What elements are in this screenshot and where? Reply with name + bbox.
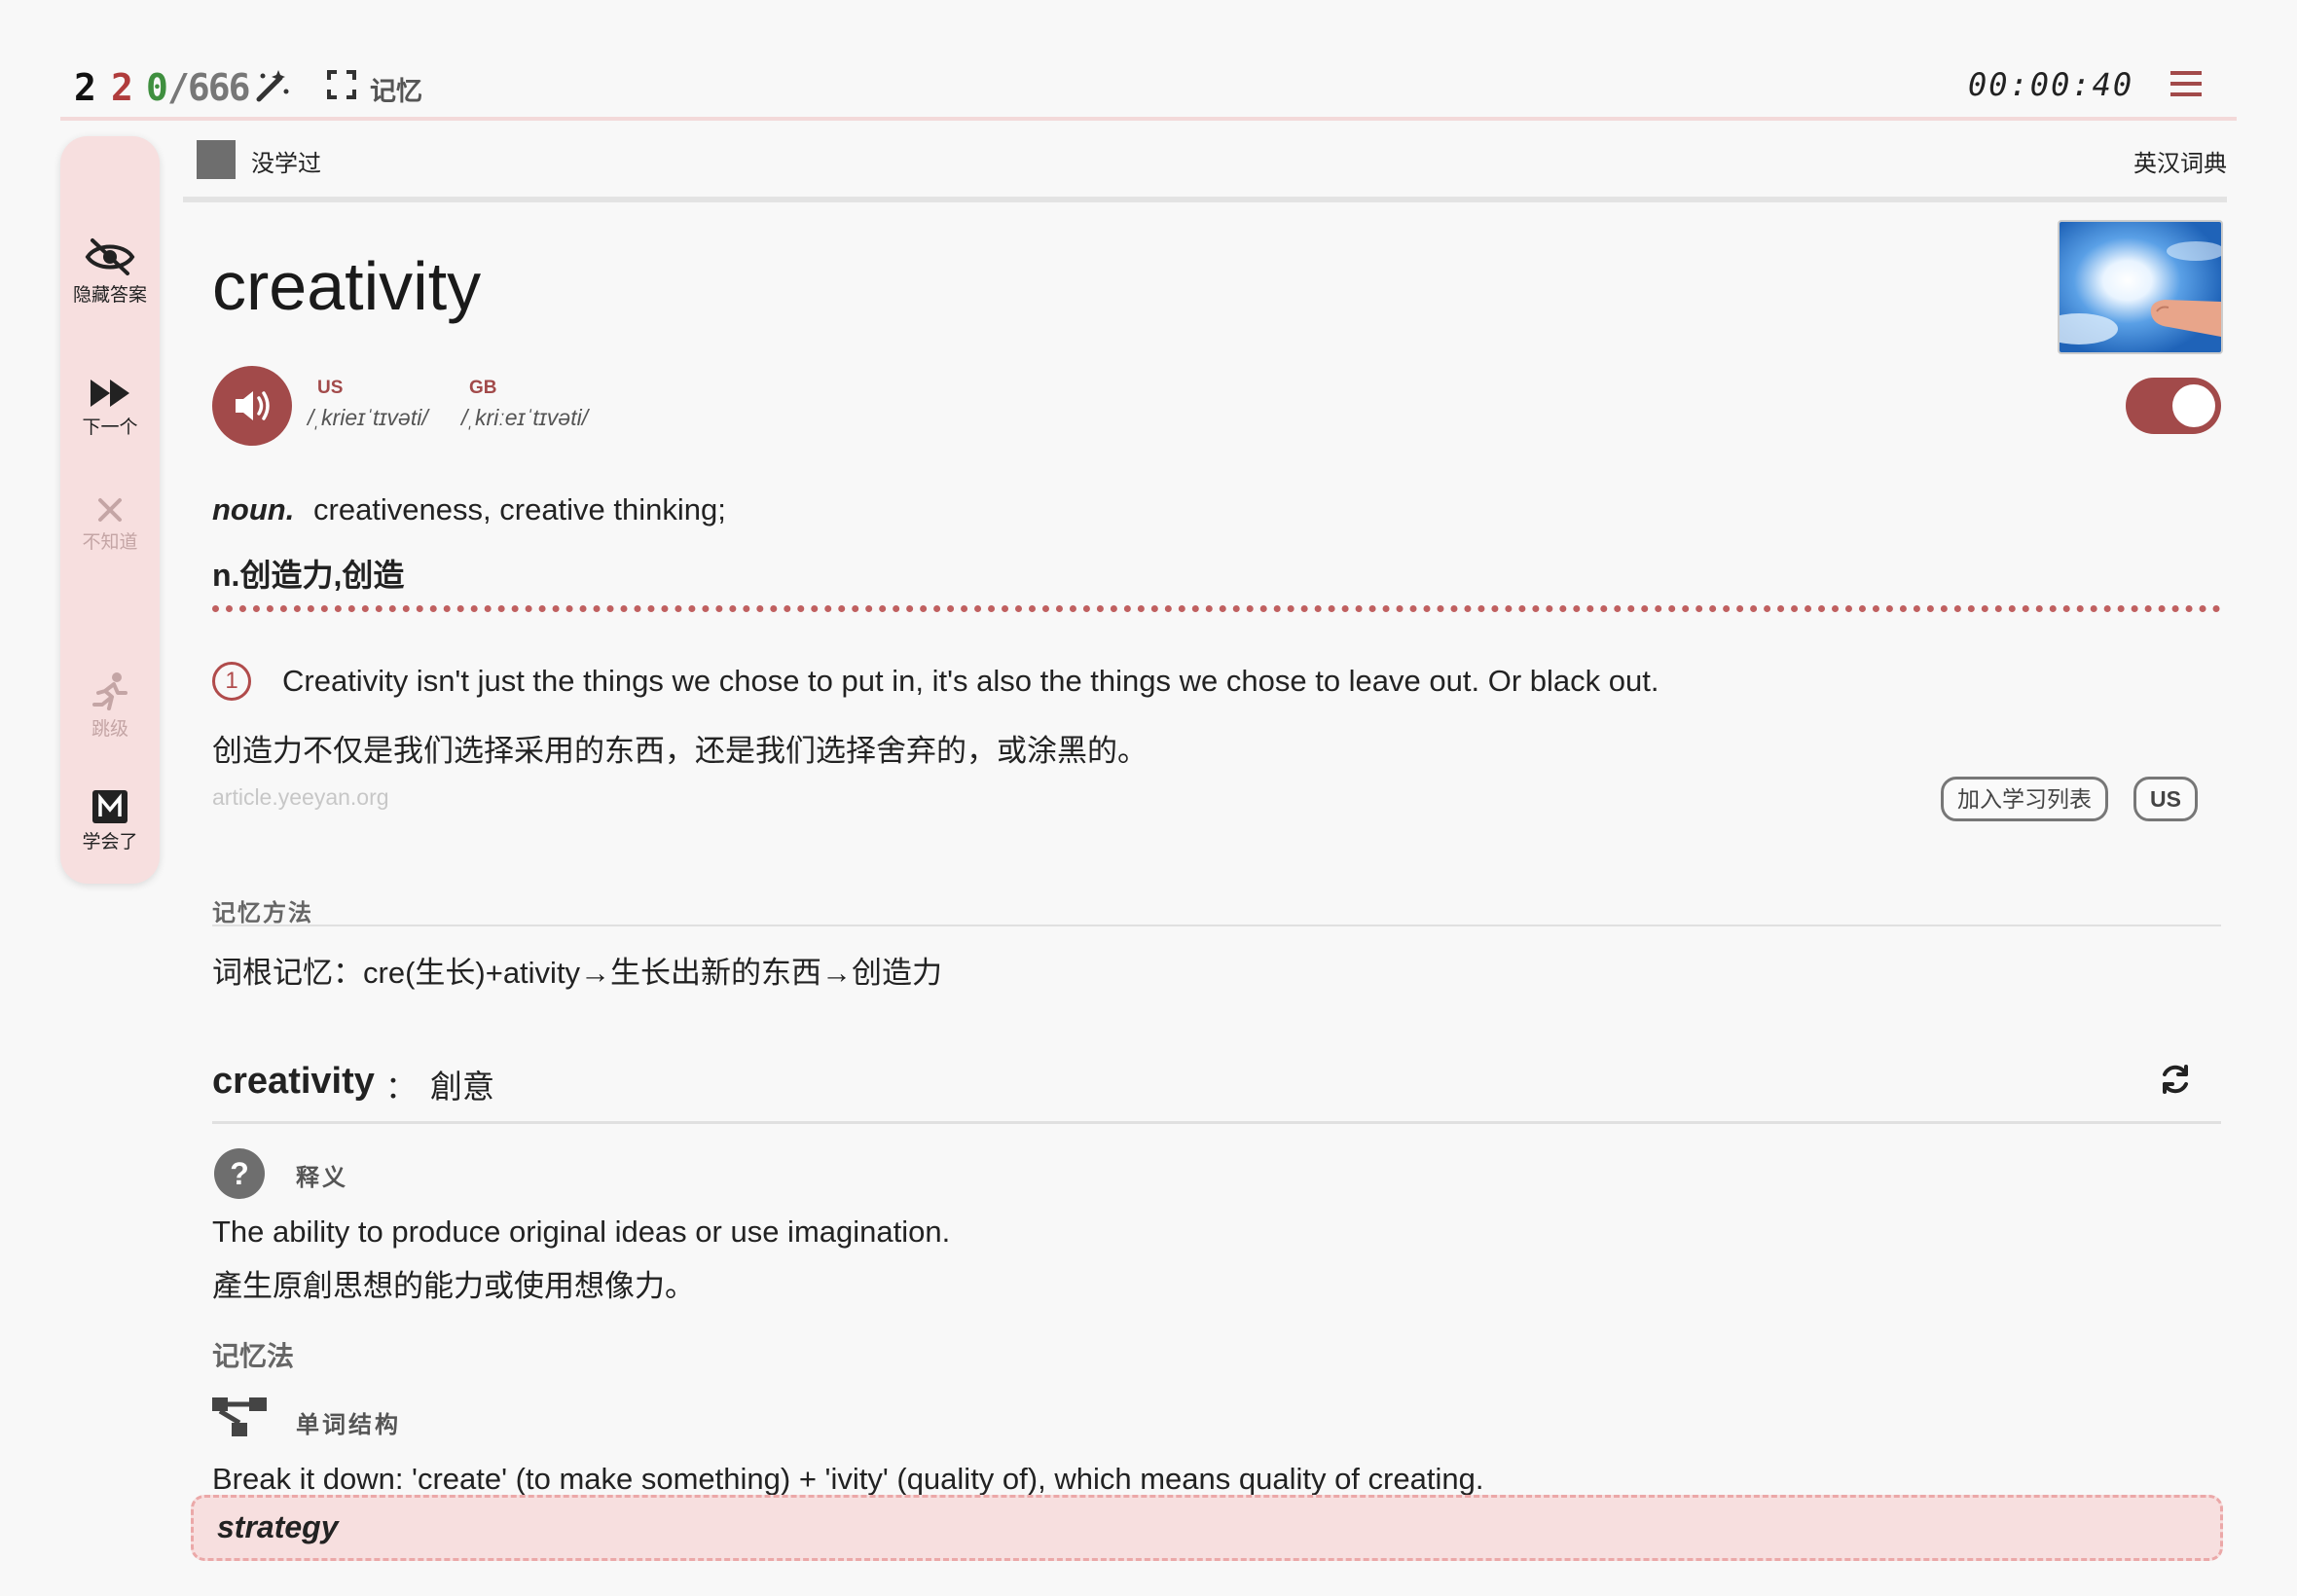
next-word-label: strategy <box>217 1509 339 1544</box>
memory-method-heading: 记忆方法 <box>212 900 313 926</box>
gloss-zh: 產生原創思想的能力或使用想像力。 <box>212 1269 695 1303</box>
part-of-speech: noun. <box>212 492 295 526</box>
done-count: 0 <box>146 66 168 109</box>
m-badge-icon <box>92 790 128 823</box>
hide-answer-label: 隐藏答案 <box>72 285 147 306</box>
memory-method-text: 词根记忆：cre(生长)+ativity→生长出新的东西→创造力 <box>212 956 943 990</box>
gb-phonetic[interactable]: /ˌkriːeɪˈtɪvəti/ <box>461 405 588 431</box>
hamburger-menu-icon[interactable] <box>2170 70 2202 102</box>
word-structure-heading: 单词结构 <box>296 1412 401 1438</box>
mnemonic-heading: 记忆法 <box>212 1341 295 1371</box>
definition-zh: n.创造力,创造 <box>212 558 405 593</box>
question-icon: ? <box>214 1148 265 1199</box>
us-audio-button[interactable]: US <box>2133 777 2198 821</box>
memory-mode-label[interactable]: 记忆 <box>370 70 422 108</box>
top-bar: 2 2 0 /666 记忆 00:00:40 <box>60 54 2237 121</box>
fast-forward-icon <box>91 380 129 407</box>
total-count: /666 <box>167 66 251 109</box>
timer: 00:00:40 <box>1968 66 2134 103</box>
action-sidebar: 隐藏答案 下一个 不知道 跳级 学会了 <box>60 136 160 884</box>
magic-wand-icon[interactable] <box>255 68 290 108</box>
divider <box>212 1121 2221 1124</box>
example-sentence-en[interactable]: Creativity isn't just the things we chos… <box>282 664 1659 699</box>
section-translation: 創意 <box>430 1069 494 1105</box>
gloss-heading: 释义 <box>296 1165 348 1191</box>
learned-label: 学会了 <box>82 832 138 852</box>
fullscreen-icon[interactable] <box>327 70 356 104</box>
status-label: 没学过 <box>251 151 321 177</box>
us-accent-label: US <box>317 378 344 398</box>
dont-know-label: 不知道 <box>82 532 138 553</box>
definition-en: creativeness, creative thinking; <box>313 492 726 526</box>
next-button[interactable]: 下一个 <box>60 378 160 439</box>
close-icon <box>98 498 122 522</box>
word-breakdown-text: Break it down: 'create' (to make somethi… <box>212 1462 1484 1496</box>
eye-slash-icon <box>85 238 135 275</box>
divider <box>183 197 2227 202</box>
gloss-en: The ability to produce original ideas or… <box>212 1215 951 1249</box>
hide-answer-button[interactable]: 隐藏答案 <box>60 237 160 307</box>
dont-know-button[interactable]: 不知道 <box>60 496 160 554</box>
word-image[interactable] <box>2058 220 2223 354</box>
us-phonetic[interactable]: /ˌkrieɪˈtɪvəti/ <box>308 405 428 431</box>
toggle-switch[interactable] <box>2126 378 2221 434</box>
status-indicator <box>197 140 236 179</box>
refresh-icon[interactable] <box>2159 1063 2192 1101</box>
speaker-icon <box>236 391 270 420</box>
add-to-study-list-button[interactable]: 加入学习列表 <box>1941 777 2108 821</box>
example-source: article.yeeyan.org <box>212 784 389 810</box>
example-sentence-zh: 创造力不仅是我们选择采用的东西，还是我们选择舍弃的，或涂黑的。 <box>212 734 1148 768</box>
headword: creativity <box>212 248 482 324</box>
section-headword: creativity <box>212 1061 375 1102</box>
new-count: 2 <box>74 66 96 109</box>
divider <box>212 925 2221 926</box>
word-structure-icon <box>212 1396 267 1443</box>
running-person-icon <box>92 672 128 710</box>
example-number-badge: 1 <box>212 662 251 701</box>
toggle-knob <box>2172 384 2215 427</box>
learned-button[interactable]: 学会了 <box>60 790 160 853</box>
skip-label: 跳级 <box>91 719 128 740</box>
section-colon: ： <box>385 1070 418 1105</box>
next-label: 下一个 <box>82 417 138 438</box>
next-word-bar[interactable]: strategy <box>191 1495 2223 1561</box>
gb-accent-label: GB <box>469 378 497 398</box>
wrong-count: 2 <box>111 66 133 109</box>
skip-level-button[interactable]: 跳级 <box>60 671 160 741</box>
play-pronunciation-button[interactable] <box>212 366 292 446</box>
dotted-divider <box>212 605 2221 612</box>
dictionary-selector[interactable]: 英汉词典 <box>2133 144 2227 178</box>
